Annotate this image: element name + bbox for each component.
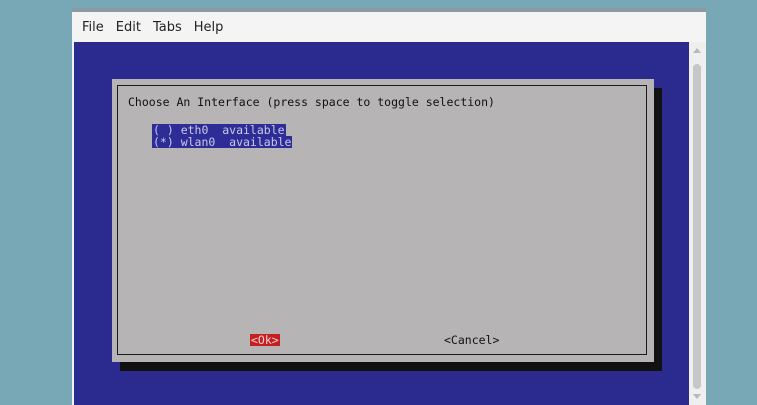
- cancel-button[interactable]: <Cancel>: [444, 334, 499, 346]
- menu-file[interactable]: File: [82, 20, 104, 35]
- terminal-area[interactable]: Choose An Interface (press space to togg…: [74, 42, 689, 405]
- dialog-title: Choose An Interface (press space to togg…: [128, 95, 495, 109]
- interface-dialog: Choose An Interface (press space to togg…: [112, 79, 654, 362]
- vertical-scrollbar[interactable]: [689, 42, 706, 405]
- scroll-up-arrow-icon[interactable]: [693, 48, 701, 53]
- ok-button[interactable]: <Ok>: [250, 334, 280, 346]
- scroll-down-arrow-icon[interactable]: [693, 394, 701, 399]
- option-wlan0[interactable]: (*) wlan0 available: [152, 136, 293, 148]
- menu-edit[interactable]: Edit: [116, 20, 141, 35]
- menubar: File Edit Tabs Help: [72, 12, 706, 42]
- scroll-thumb[interactable]: [693, 64, 701, 389]
- menu-help[interactable]: Help: [194, 20, 224, 35]
- menu-tabs[interactable]: Tabs: [153, 20, 182, 35]
- terminal-window: File Edit Tabs Help Choose An Interface …: [72, 12, 706, 405]
